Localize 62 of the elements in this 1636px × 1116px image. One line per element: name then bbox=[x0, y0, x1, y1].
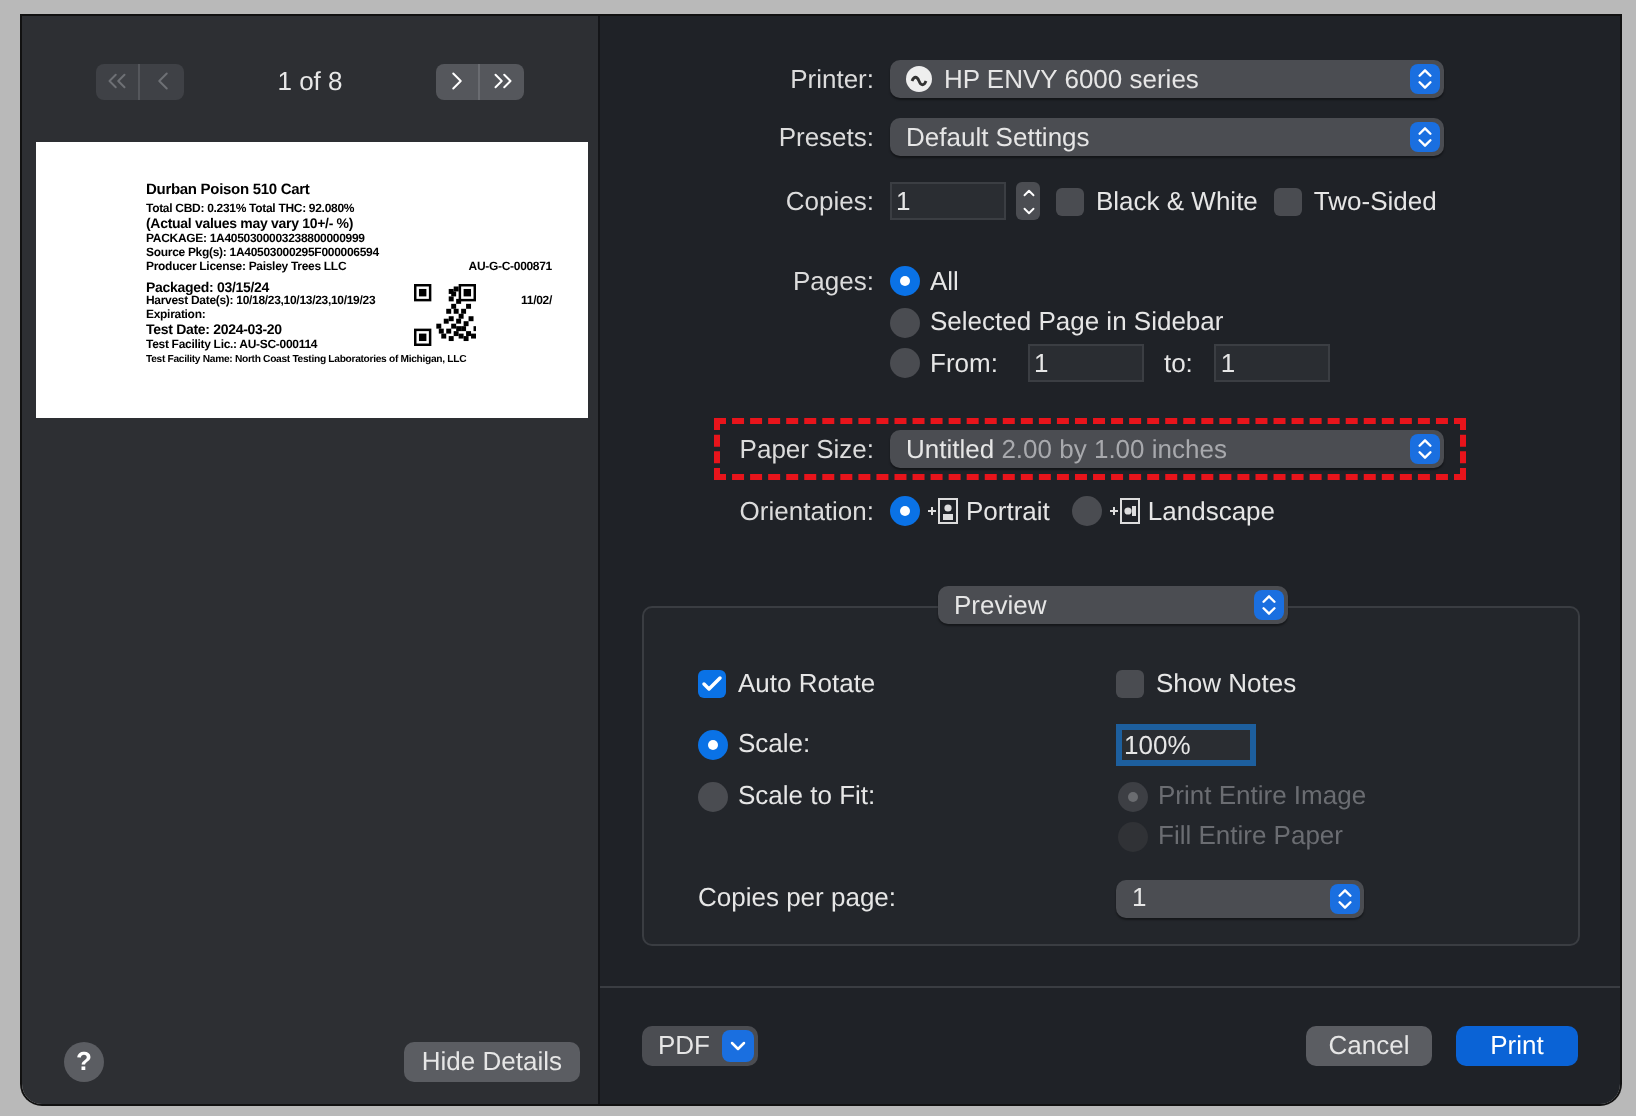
page-indicator: 1 of 8 bbox=[275, 63, 345, 100]
radio-button[interactable] bbox=[890, 307, 920, 338]
portrait-page-icon bbox=[928, 497, 958, 524]
scale-field[interactable]: 100% bbox=[1116, 723, 1256, 766]
checkbox[interactable] bbox=[1116, 670, 1144, 699]
option-label: Two-Sided bbox=[1313, 184, 1437, 221]
copies-per-page-value: 1 bbox=[1132, 882, 1147, 913]
stepper-icon bbox=[1254, 590, 1284, 621]
radio-label: From: bbox=[930, 346, 998, 383]
field-label: Paper Size: bbox=[739, 431, 874, 468]
checkbox[interactable] bbox=[698, 670, 726, 699]
copies-stepper[interactable] bbox=[1016, 182, 1040, 221]
radio-label: Scale: bbox=[738, 726, 811, 763]
paper-size-value: Untitled 2.00 by 1.00 inches bbox=[906, 433, 1227, 464]
section-select[interactable]: Preview bbox=[938, 586, 1288, 625]
radio-button[interactable] bbox=[698, 781, 728, 812]
field-label: Copies: bbox=[785, 184, 874, 221]
option-label: Auto Rotate bbox=[738, 666, 876, 703]
radio-button[interactable] bbox=[698, 729, 728, 760]
radio-label: Scale to Fit: bbox=[738, 778, 876, 815]
field-label: Pages: bbox=[793, 263, 874, 300]
landscape-page-icon bbox=[1109, 497, 1140, 524]
option-label: Black & White bbox=[1096, 184, 1258, 221]
radio-label: Print Entire Image bbox=[1158, 778, 1367, 815]
stepper-icon bbox=[1410, 64, 1440, 95]
field-label: Copies per page: bbox=[698, 880, 899, 917]
qr-code-icon bbox=[414, 284, 476, 346]
radio-label: Landscape bbox=[1147, 493, 1276, 530]
presets-select[interactable]: Default Settings bbox=[890, 117, 1444, 156]
radio-button[interactable] bbox=[890, 266, 920, 297]
checkbox[interactable] bbox=[1056, 187, 1084, 216]
radio-label: Portrait bbox=[966, 493, 1050, 530]
field-label: Presets: bbox=[778, 119, 874, 156]
cancel-button[interactable]: Cancel bbox=[1306, 1026, 1432, 1067]
print-button[interactable]: Print bbox=[1456, 1026, 1578, 1067]
option-label: Show Notes bbox=[1156, 666, 1297, 703]
help-button[interactable]: ? bbox=[64, 1042, 104, 1082]
from-page-field[interactable]: 1 bbox=[1027, 344, 1144, 383]
pdf-menu-button[interactable]: PDF bbox=[642, 1026, 758, 1067]
radio-button[interactable] bbox=[890, 348, 920, 379]
copies-per-page-select[interactable]: 1 bbox=[1116, 879, 1364, 918]
dropdown-icon bbox=[722, 1030, 754, 1063]
stepper-icon bbox=[1410, 434, 1440, 465]
printer-select[interactable]: HP ENVY 6000 series bbox=[890, 60, 1444, 99]
section-name: Preview bbox=[954, 589, 1047, 620]
printer-name: HP ENVY 6000 series bbox=[944, 62, 1199, 99]
radio-button[interactable] bbox=[1071, 495, 1102, 526]
preset-name: Default Settings bbox=[906, 121, 1090, 152]
field-label: Printer: bbox=[790, 62, 874, 99]
stepper-icon bbox=[1330, 883, 1360, 914]
to-page-field[interactable]: 1 bbox=[1214, 344, 1331, 383]
radio-label: All bbox=[930, 263, 959, 300]
hide-details-button[interactable]: Hide Details bbox=[403, 1042, 580, 1082]
copies-field[interactable]: 1 bbox=[890, 182, 1006, 221]
field-label: Orientation: bbox=[739, 493, 874, 530]
radio-label: Selected Page in Sidebar bbox=[930, 304, 1224, 341]
paper-size-select[interactable]: Untitled 2.00 by 1.00 inches bbox=[890, 430, 1444, 469]
stepper-icon bbox=[1410, 121, 1440, 152]
to-label: to: bbox=[1163, 346, 1193, 383]
radio-label: Fill Entire Paper bbox=[1158, 818, 1343, 855]
checkbox[interactable] bbox=[1273, 187, 1302, 216]
radio-button[interactable] bbox=[890, 495, 920, 526]
